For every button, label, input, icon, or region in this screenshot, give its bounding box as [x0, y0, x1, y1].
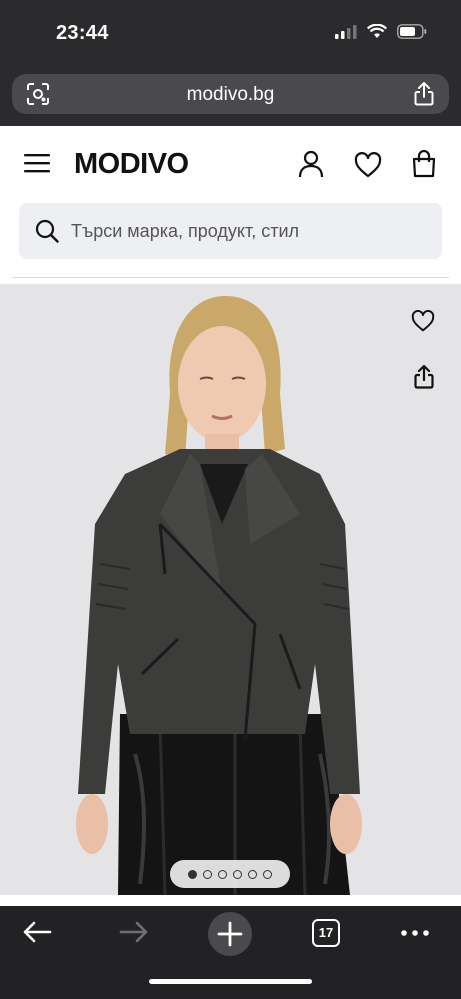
status-icons — [335, 24, 427, 39]
gallery-pagination — [170, 860, 290, 888]
forward-icon[interactable] — [119, 920, 149, 944]
gallery-dot[interactable] — [218, 869, 227, 879]
home-indicator[interactable] — [149, 979, 312, 984]
jacket-model-image — [0, 284, 461, 895]
gallery-dot[interactable] — [233, 869, 242, 879]
site-header: MODIVO — [0, 126, 461, 202]
browser-toolbar: 17 — [0, 906, 461, 999]
account-icon[interactable] — [298, 150, 324, 178]
heart-icon[interactable] — [354, 152, 382, 178]
back-icon[interactable] — [22, 920, 52, 944]
new-tab-button[interactable] — [208, 912, 252, 956]
status-time: 23:44 — [56, 22, 109, 44]
search-icon — [35, 219, 59, 243]
gallery-dot[interactable] — [248, 869, 257, 879]
url-text[interactable]: modivo.bg — [12, 84, 449, 106]
search-placeholder: Търси марка, продукт, стил — [71, 221, 299, 241]
share-icon[interactable] — [413, 81, 435, 107]
browser-top-bar: modivo.bg — [0, 68, 461, 126]
wifi-icon — [367, 24, 387, 38]
product-share-icon[interactable] — [413, 364, 435, 390]
status-bar: 23:44 — [0, 0, 461, 68]
site-logo[interactable]: MODIVO — [74, 148, 189, 181]
tabs-icon[interactable]: 17 — [312, 919, 340, 947]
search-input[interactable]: Търси марка, продукт, стил — [19, 203, 442, 259]
gallery-dot[interactable] — [188, 869, 197, 879]
address-bar[interactable]: modivo.bg — [12, 74, 449, 114]
more-icon[interactable] — [401, 930, 429, 936]
gallery-dot[interactable] — [263, 869, 272, 879]
header-divider — [12, 277, 449, 278]
signal-icon — [335, 24, 357, 39]
favorite-icon[interactable] — [411, 310, 435, 332]
gallery-dot[interactable] — [203, 869, 212, 879]
bag-icon[interactable] — [411, 150, 437, 178]
plus-icon — [217, 921, 243, 947]
menu-icon[interactable] — [24, 153, 50, 173]
product-image[interactable] — [0, 284, 461, 895]
web-page: MODIVO Търси марка, продукт, стил — [0, 126, 461, 906]
battery-icon — [397, 24, 427, 39]
